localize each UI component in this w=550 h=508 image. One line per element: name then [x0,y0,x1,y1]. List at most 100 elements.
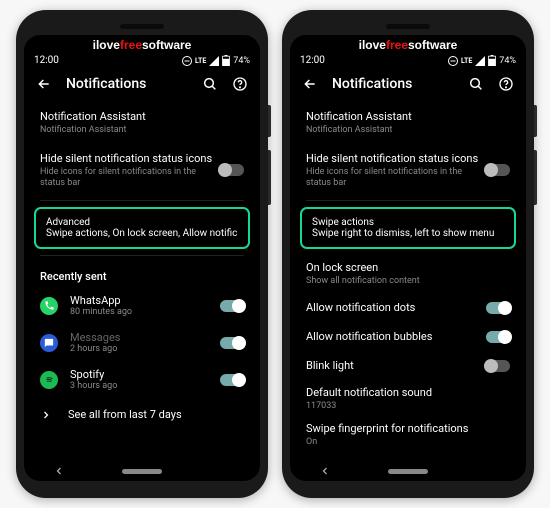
row-default-sound[interactable]: Default notification sound 117033 [290,380,526,418]
phone-right: ilovefreesoftware 12:00 LTE 74% Notifica… [282,10,534,498]
row-label: Notification Assistant [40,110,244,123]
nav-back-icon[interactable] [53,465,65,477]
app-name: Spotify [70,368,208,381]
toggle-app[interactable] [220,300,244,312]
app-row-spotify[interactable]: Spotify 3 hours ago [24,361,260,398]
app-time: 80 minutes ago [70,307,208,317]
row-label: Swipe actions [312,217,504,228]
nav-back-icon[interactable] [319,465,331,477]
watermark: ilovefreesoftware [24,35,260,53]
toggle-app[interactable] [220,337,244,349]
search-icon[interactable] [468,76,484,92]
row-label: Blink light [306,359,486,372]
side-button [268,105,271,137]
row-label: On lock screen [306,261,510,274]
battery-pct: 74% [499,56,516,66]
toggle-bubbles[interactable] [486,331,510,343]
battery-pct: 74% [233,56,250,66]
whatsapp-icon [40,297,58,315]
screen: ilovefreesoftware 12:00 LTE 74% Notifica… [290,35,526,481]
toggle-hide-silent[interactable] [220,164,244,176]
row-sub: Show all notification content [306,276,510,287]
help-icon[interactable] [498,76,514,92]
row-see-all[interactable]: See all from last 7 days [24,398,260,431]
divider [40,200,244,201]
row-swipe-fingerprint[interactable]: Swipe fingerprint for notifications On [290,418,526,450]
row-hide-silent[interactable]: Hide silent notification status icons Hi… [24,144,260,197]
status-bar: 12:00 LTE 74% [290,53,526,68]
battery-icon [222,55,230,66]
row-allow-bubbles[interactable]: Allow notification bubbles [290,322,526,351]
app-time: 2 hours ago [70,344,208,354]
row-label: Allow notification dots [306,301,486,314]
section-recently-sent: Recently sent [24,260,260,287]
row-on-lock-screen[interactable]: On lock screen Show all notification con… [290,255,526,293]
app-name: WhatsApp [70,294,208,307]
app-bar: Notifications [24,68,260,102]
watermark: ilovefreesoftware [290,35,526,53]
nav-home-pill[interactable] [388,469,428,474]
speaker [386,24,430,29]
nav-bar [24,459,260,481]
row-sub: Swipe right to dismiss, left to show men… [312,228,504,239]
row-notification-assistant[interactable]: Notification Assistant Notification Assi… [290,102,526,144]
clock: 12:00 [34,55,59,66]
toggle-hide-silent[interactable] [486,164,510,176]
page-title: Notifications [66,76,188,92]
divider [306,200,510,201]
dnd-icon [182,56,192,66]
nav-bar [290,459,526,481]
row-advanced[interactable]: Advanced Swipe actions, On lock screen, … [34,207,250,249]
battery-icon [488,55,496,66]
side-button [534,105,537,137]
chevron-right-icon [40,409,52,421]
see-all-label: See all from last 7 days [68,408,182,421]
help-icon[interactable] [232,76,248,92]
row-label: Allow notification bubbles [306,330,486,343]
row-sub: Hide icons for silent notifications in t… [306,167,486,189]
lte-label: LTE [461,57,472,65]
row-sub: Swipe actions, On lock screen, Allow not… [46,228,238,239]
side-button [534,150,537,205]
row-label: Default notification sound [306,386,510,399]
app-time: 3 hours ago [70,381,208,391]
dnd-icon [448,56,458,66]
toggle-dots[interactable] [486,302,510,314]
lte-label: LTE [195,57,206,65]
toggle-blink[interactable] [486,360,510,372]
row-sub: Hide icons for silent notifications in t… [40,167,220,189]
row-sub: 117033 [306,401,510,412]
nav-home-pill[interactable] [122,469,162,474]
row-label: Hide silent notification status icons [306,152,486,165]
back-icon[interactable] [302,76,318,92]
app-row-messages[interactable]: Messages 2 hours ago [24,324,260,361]
page-title: Notifications [332,76,454,92]
row-label: Advanced [46,217,238,228]
row-allow-dots[interactable]: Allow notification dots [290,293,526,322]
divider [40,255,244,256]
clock: 12:00 [300,55,325,66]
row-label: Swipe fingerprint for notifications [306,422,510,435]
messages-icon [40,334,58,352]
phone-left: ilovefreesoftware 12:00 LTE 74% Notifica… [16,10,268,498]
status-bar: 12:00 LTE 74% [24,53,260,68]
row-hide-silent[interactable]: Hide silent notification status icons Hi… [290,144,526,197]
spotify-icon [40,371,58,389]
row-notification-assistant[interactable]: Notification Assistant Notification Assi… [24,102,260,144]
app-name: Messages [70,331,208,344]
toggle-app[interactable] [220,374,244,386]
row-label: Hide silent notification status icons [40,152,220,165]
row-swipe-actions[interactable]: Swipe actions Swipe right to dismiss, le… [300,207,516,249]
back-icon[interactable] [36,76,52,92]
row-sub: On [306,437,510,448]
app-bar: Notifications [290,68,526,102]
side-button [268,150,271,205]
row-blink-light[interactable]: Blink light [290,351,526,380]
row-sub: Notification Assistant [306,125,510,136]
speaker [120,24,164,29]
signal-icon [475,56,485,66]
search-icon[interactable] [202,76,218,92]
row-sub: Notification Assistant [40,125,244,136]
screen: ilovefreesoftware 12:00 LTE 74% Notifica… [24,35,260,481]
app-row-whatsapp[interactable]: WhatsApp 80 minutes ago [24,287,260,324]
